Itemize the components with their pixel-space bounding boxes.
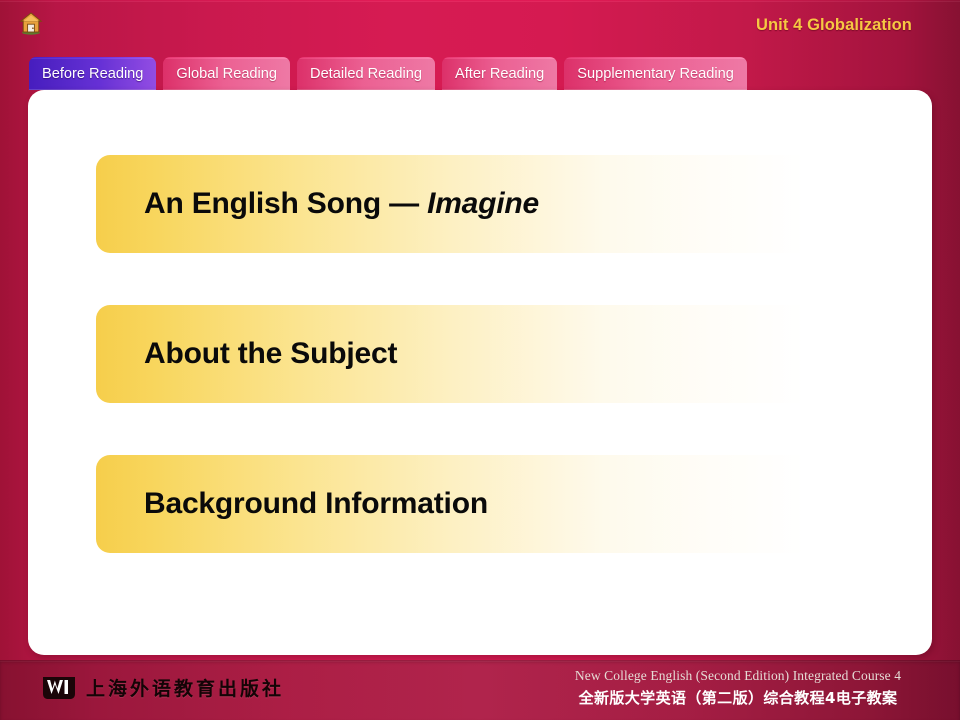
menu-item-label: An English Song — Imagine — [144, 187, 539, 221]
publisher-logo: 上海外语教育出版社 — [42, 674, 284, 701]
content-panel: An English Song — Imagine About the Subj… — [28, 90, 932, 655]
menu-item-text: Background Information — [144, 487, 488, 520]
menu-item-label: About the Subject — [144, 337, 397, 371]
tab-label: After Reading — [455, 65, 545, 82]
tab-label: Supplementary Reading — [577, 65, 734, 82]
tab-supplementary-reading[interactable]: Supplementary Reading — [564, 57, 747, 90]
tab-detailed-reading[interactable]: Detailed Reading — [297, 57, 435, 90]
home-icon[interactable] — [18, 10, 44, 36]
tab-after-reading[interactable]: After Reading — [442, 57, 557, 90]
slide-root: Unit 4 Globalization Before Reading Glob… — [0, 0, 960, 720]
menu-item-english-song[interactable]: An English Song — Imagine — [96, 155, 866, 253]
menu-item-emphasis: Imagine — [427, 187, 540, 220]
course-info: New College English (Second Edition) Int… — [558, 668, 918, 708]
menu-item-text: An English Song — — [144, 187, 428, 220]
page-title: Unit 4 Globalization — [755, 16, 912, 34]
publisher-mark-icon — [42, 675, 76, 701]
header-band: Unit 4 Globalization — [0, 0, 960, 53]
menu-item-text: About the Subject — [144, 337, 398, 370]
course-title-chinese: 全新版大学英语（第二版）综合教程4电子教案 — [578, 689, 898, 707]
tab-before-reading[interactable]: Before Reading — [29, 57, 156, 90]
footer-band: 上海外语教育出版社 New College English (Second Ed… — [0, 660, 960, 720]
tab-label: Global Reading — [176, 65, 278, 82]
tab-label: Before Reading — [42, 65, 144, 82]
tab-global-reading[interactable]: Global Reading — [163, 57, 290, 90]
menu-item-background-information[interactable]: Background Information — [96, 455, 866, 553]
course-title-english: New College English (Second Edition) Int… — [574, 668, 902, 683]
menu-item-label: Background Information — [144, 487, 488, 521]
menu-item-about-subject[interactable]: About the Subject — [96, 305, 866, 403]
publisher-name: 上海外语教育出版社 — [86, 678, 285, 700]
tab-bar: Before Reading Global Reading Detailed R… — [29, 57, 747, 90]
tab-label: Detailed Reading — [310, 65, 422, 82]
